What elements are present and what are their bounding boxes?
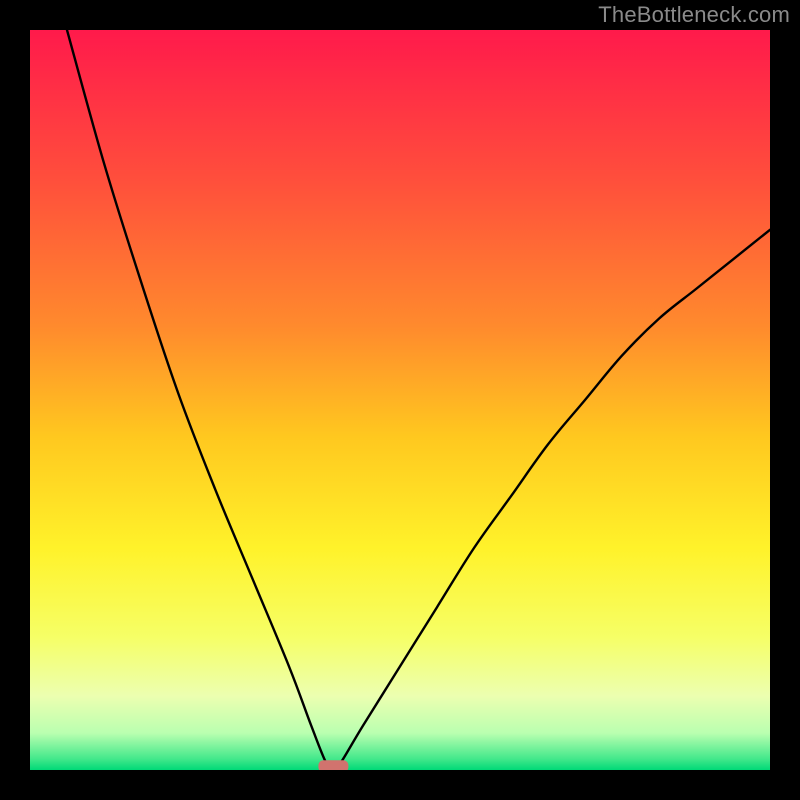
chart-frame: TheBottleneck.com	[0, 0, 800, 800]
plot-svg	[30, 30, 770, 770]
gradient-background	[30, 30, 770, 770]
minimum-marker	[318, 760, 348, 770]
bottleneck-plot	[30, 30, 770, 770]
watermark-text: TheBottleneck.com	[598, 2, 790, 28]
